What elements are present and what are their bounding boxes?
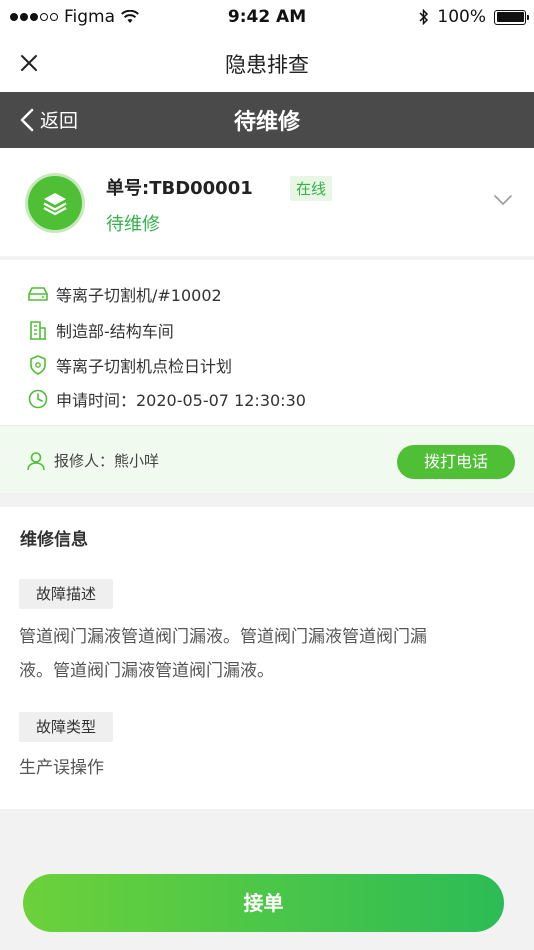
bluetooth-icon [419,9,429,25]
reporter-section: 报修人：熊小咩 拨打电话 [0,425,534,493]
fault-desc-tag: 故障描述 [19,579,114,609]
status-right: 100% [419,7,529,27]
online-badge: 在线 [290,176,333,201]
department-text: 制造部-结构车间 [56,322,174,341]
divider [0,493,534,507]
outer-nav: 隐患排查 [0,36,534,92]
info-section: 等离子切割机/#10002 制造部-结构车间 等离子切割机点检日计划 申请时间：… [0,260,534,425]
status-bar: Figma 9:42 AM 100% [0,0,534,36]
user-icon [27,451,45,470]
info-equipment: 等离子切割机/#10002 [28,282,222,306]
info-plan: 等离子切割机点检日计划 [28,353,232,377]
fault-type: 生产误操作 [19,758,104,778]
repair-section: 维修信息 故障描述 管道阀门漏液管道阀门漏液。管道阀门漏液管道阀门漏 液。管道阀… [0,507,534,809]
fault-description-line: 管道阀门漏液管道阀门漏液。管道阀门漏液管道阀门漏 [19,627,427,647]
repair-heading: 维修信息 [20,530,88,550]
shield-icon [28,355,48,375]
order-status: 待维修 [106,214,160,235]
apply-time-text: 申请时间：2020-05-07 12:30:30 [56,391,306,410]
accept-order-button[interactable]: 接单 [23,874,504,932]
layers-icon [28,176,82,230]
battery-icon [494,9,529,25]
plan-text: 等离子切割机点检日计划 [56,357,233,376]
fault-type-tag: 故障类型 [19,712,114,742]
info-apply-time: 申请时间：2020-05-07 12:30:30 [28,387,306,411]
inner-title: 待维修 [233,110,300,135]
order-card[interactable]: 单号:TBD00001 在线 待维修 [0,148,534,256]
device-icon [28,284,48,304]
info-department: 制造部-结构车间 [28,318,174,342]
call-button[interactable]: 拨打电话 [397,445,515,479]
equipment-text: 等离子切割机/#10002 [56,286,222,305]
clock-icon [28,389,48,409]
page-title: 隐患排查 [225,53,309,77]
inner-header: 返回 待维修 [0,92,534,148]
order-number: 单号:TBD00001 [106,178,253,199]
building-icon [28,320,48,340]
reporter: 报修人：熊小咩 [26,450,159,471]
fault-description: 管道阀门漏液管道阀门漏液。管道阀门漏液管道阀门漏 液。管道阀门漏液管道阀门漏液。 [19,620,509,688]
battery-percent: 100% [437,7,486,27]
chevron-down-icon[interactable] [494,194,512,206]
reporter-text: 报修人：熊小咩 [54,452,160,470]
fault-description-line: 液。管道阀门漏液管道阀门漏液。 [19,661,274,681]
